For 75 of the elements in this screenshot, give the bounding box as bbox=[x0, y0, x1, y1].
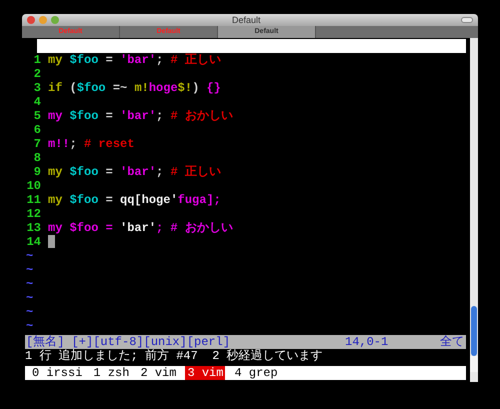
code-token: $foo bbox=[70, 53, 98, 67]
line-number: 6 bbox=[32, 123, 42, 137]
zoom-button[interactable] bbox=[51, 16, 59, 24]
minimize-button[interactable] bbox=[39, 16, 47, 24]
code-token: qq[hoge' bbox=[120, 193, 178, 207]
line-number: 4 bbox=[32, 95, 42, 109]
code-token: ; # おかしい bbox=[156, 221, 233, 235]
empty-line-marker: ~ bbox=[26, 277, 34, 291]
line-number: 5 bbox=[32, 109, 42, 123]
code-token: fuga bbox=[178, 193, 206, 207]
window-list-item[interactable]: 3 vim bbox=[185, 366, 226, 380]
window-list-item[interactable]: 2 vim bbox=[138, 366, 178, 380]
empty-line-marker: ~ bbox=[26, 319, 34, 333]
code-token: 'bar' bbox=[120, 221, 156, 235]
scrollbar[interactable] bbox=[470, 38, 478, 382]
code-token: ( bbox=[70, 81, 77, 95]
code-token: my bbox=[48, 165, 64, 179]
code-token: $foo bbox=[76, 81, 106, 95]
code-token: my bbox=[48, 193, 64, 207]
window-title: Default bbox=[232, 14, 261, 26]
scroll-thumb[interactable] bbox=[471, 306, 477, 356]
code-token: if bbox=[48, 81, 64, 95]
code-token: m! bbox=[134, 81, 149, 95]
code-token: $foo bbox=[70, 109, 98, 123]
code-token: my $foo = bbox=[48, 221, 114, 235]
empty-line-marker: ~ bbox=[26, 305, 34, 319]
code-token: ; bbox=[156, 109, 164, 123]
code-token: = bbox=[104, 109, 114, 123]
code-token: ; bbox=[70, 137, 78, 151]
close-button[interactable] bbox=[27, 16, 35, 24]
line-number: 3 bbox=[32, 81, 42, 95]
window-list-item[interactable]: 0 irssi bbox=[30, 366, 84, 380]
line-number: 7 bbox=[32, 137, 42, 151]
empty-line-marker: ~ bbox=[26, 291, 34, 305]
code-token: $foo bbox=[70, 165, 98, 179]
code-token: # おかしい bbox=[170, 109, 233, 123]
code-token: 'bar' bbox=[120, 165, 156, 179]
code-token: = bbox=[104, 165, 114, 179]
code-token: $! bbox=[178, 81, 192, 95]
code-token: my bbox=[48, 53, 64, 67]
empty-line-marker: ~ bbox=[26, 249, 34, 263]
line-number: 1 bbox=[32, 53, 42, 67]
code-token: my bbox=[48, 109, 64, 123]
code-token: {} bbox=[206, 81, 221, 95]
cursor-position: 14,0-1 bbox=[345, 335, 390, 349]
code-token: 'bar' bbox=[120, 53, 156, 67]
code-token: 'bar' bbox=[120, 109, 156, 123]
scroll-position: 全て bbox=[440, 335, 464, 349]
code-token: # 正しい bbox=[170, 53, 221, 67]
code-token: ; bbox=[156, 165, 164, 179]
line-number: 10 bbox=[26, 179, 42, 193]
code-token: # reset bbox=[84, 137, 134, 151]
code-token: ; bbox=[156, 53, 164, 67]
code-token: # 正しい bbox=[170, 165, 221, 179]
line-number: 14 bbox=[26, 235, 42, 249]
line-number: 2 bbox=[32, 67, 42, 81]
code-token: = bbox=[104, 193, 114, 207]
message-line: 1 行 追加しました; 前方 #47 2 秒経過しています bbox=[25, 349, 324, 363]
code-token: =~ bbox=[112, 81, 128, 95]
line-number: 12 bbox=[26, 207, 42, 221]
toolbar-toggle-button[interactable] bbox=[461, 17, 473, 23]
code-token: ]; bbox=[206, 193, 221, 207]
window-list-item[interactable]: 1 zsh bbox=[91, 366, 132, 380]
line-number: 9 bbox=[32, 165, 42, 179]
line-number: 8 bbox=[32, 151, 42, 165]
code-token: = bbox=[104, 53, 114, 67]
empty-line-marker: ~ bbox=[26, 263, 34, 277]
code-token: hoge bbox=[148, 81, 178, 95]
line-number: 11 bbox=[26, 193, 42, 207]
code-token: $foo bbox=[70, 193, 98, 207]
window-list-item[interactable]: 4 grep bbox=[232, 366, 280, 380]
code-token: m!! bbox=[48, 137, 70, 151]
code-token: ) bbox=[192, 81, 200, 95]
line-number: 13 bbox=[26, 221, 42, 235]
file-info: [無名] [+][utf-8][unix][perl] bbox=[26, 335, 230, 349]
